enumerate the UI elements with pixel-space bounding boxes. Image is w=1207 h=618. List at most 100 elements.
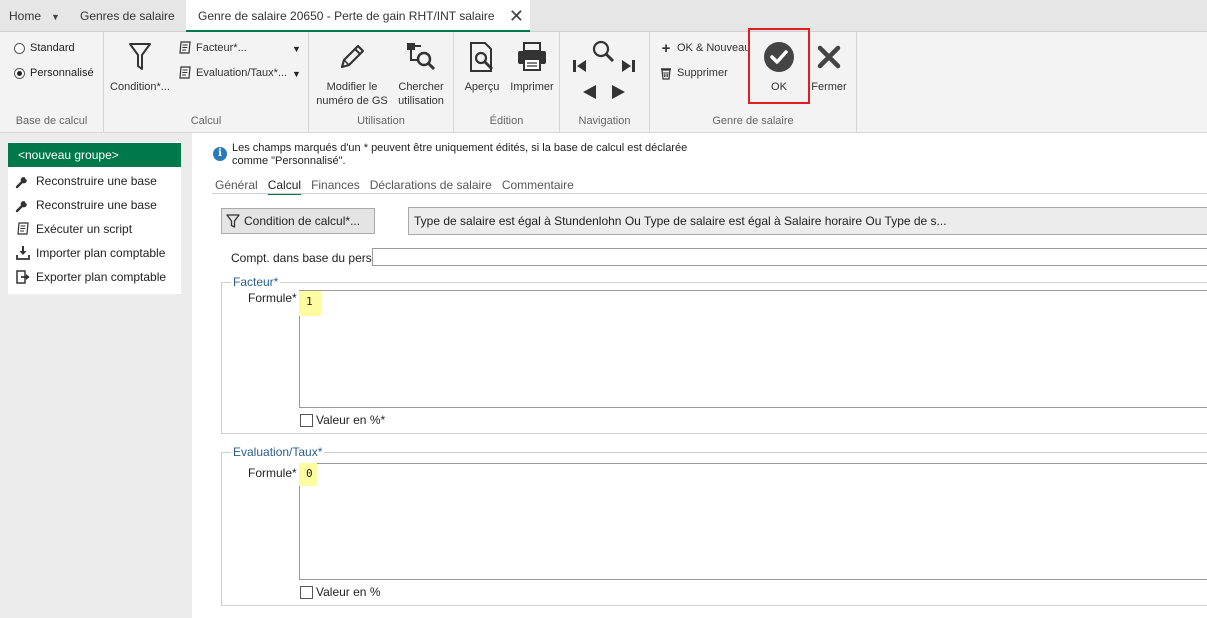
group-label-base-de-calcul: Base de calcul xyxy=(15,115,88,127)
condition-button[interactable]: Condition*... xyxy=(108,38,172,94)
radio-standard-circle[interactable] xyxy=(14,42,25,54)
close-icon[interactable]: ✕ xyxy=(509,0,524,32)
evaluation-formule-input[interactable] xyxy=(299,463,1207,580)
list-item-label: Exporter plan comptable xyxy=(36,270,167,284)
chercher-utilisation-button[interactable]: Chercher utilisation xyxy=(391,38,451,108)
list-item-reconstruire-2[interactable]: Reconstruire une base xyxy=(14,196,157,214)
evaluation-button-label: Evaluation/Taux*... xyxy=(196,67,288,79)
close-icon xyxy=(808,38,850,76)
evaluation-formule-label: Formule* : xyxy=(248,466,304,480)
group-utilisation: Modifier le numéro de GS Chercher utilis… xyxy=(309,32,454,133)
chercher-label-1: Chercher xyxy=(398,81,444,93)
pencil-icon xyxy=(315,38,389,76)
preview-icon xyxy=(460,38,504,76)
compt-input[interactable] xyxy=(372,248,1207,266)
plus-icon: + xyxy=(661,39,671,57)
group-edition: Aperçu Imprimer Édition xyxy=(454,32,560,133)
group-label-navigation: Navigation xyxy=(578,115,631,127)
tab-genre-de-salaire-active[interactable]: Genre de salaire 20650 - Perte de gain R… xyxy=(186,0,530,55)
export-icon xyxy=(14,268,32,286)
radio-standard[interactable]: Standard xyxy=(14,42,75,54)
list-item-exporter-plan[interactable]: Exporter plan comptable xyxy=(14,268,166,286)
info-line-1: Les champs marqués d'un * peuvent être u… xyxy=(232,142,688,154)
condition-de-calcul-label: Condition de calcul*... xyxy=(244,214,361,228)
facteur-formule-value: 1 xyxy=(299,291,321,316)
facteur-valeur-label: Valeur en %* xyxy=(316,413,386,427)
evaluation-legend: Evaluation/Taux* xyxy=(231,445,325,459)
supprimer-button[interactable]: Supprimer xyxy=(658,65,728,81)
ok-nouveau-label: OK & Nouveau xyxy=(677,42,751,54)
group-label-utilisation: Utilisation xyxy=(357,115,405,127)
first-record-icon[interactable] xyxy=(572,58,588,77)
list-item-label: Reconstruire une base xyxy=(36,174,157,188)
condition-de-calcul-button[interactable]: Condition de calcul*... xyxy=(221,208,375,234)
wrench-icon xyxy=(14,172,32,190)
script-icon xyxy=(177,65,193,81)
list-item-label: Reconstruire une base xyxy=(36,198,157,212)
wrench-icon xyxy=(14,196,32,214)
ok-highlight-box xyxy=(748,28,810,104)
apercu-button[interactable]: Aperçu xyxy=(460,38,504,94)
checkbox[interactable] xyxy=(300,585,313,599)
info-message: i Les champs marqués d'un * peuvent être… xyxy=(213,142,687,168)
chevron-down-icon[interactable]: ▼ xyxy=(292,69,301,79)
radio-personnalise[interactable]: Personnalisé xyxy=(14,67,94,79)
group-label-calcul: Calcul xyxy=(190,115,222,127)
evaluation-valeur-checkbox[interactable]: Valeur en % xyxy=(300,585,380,599)
tab-genres-de-salaire[interactable]: Genres de salaire xyxy=(80,0,175,32)
apercu-label: Aperçu xyxy=(464,81,500,93)
new-group-item[interactable]: <nouveau groupe> xyxy=(8,143,181,167)
modifier-label-2: numéro de GS xyxy=(316,95,388,107)
imprimer-button[interactable]: Imprimer xyxy=(508,38,556,94)
tab-bar: Home ▼ Genres de salaire Genre de salaire… xyxy=(0,0,1207,55)
group-base-de-calcul: Standard Personnalisé Base de calcul xyxy=(0,32,104,133)
facteur-formule-label: Formule* : xyxy=(248,291,304,305)
facteur-valeur-checkbox[interactable]: Valeur en %* xyxy=(300,413,385,427)
modifier-label-1: Modifier le xyxy=(326,81,378,93)
tab-home[interactable]: Home ▼ xyxy=(9,0,60,32)
info-line-2: comme "Personnalisé". xyxy=(232,155,346,167)
radio-personnalise-circle[interactable] xyxy=(14,67,25,79)
supprimer-label: Supprimer xyxy=(677,67,728,79)
search-icon[interactable] xyxy=(590,38,616,67)
filter-icon xyxy=(108,38,172,76)
next-record-icon[interactable] xyxy=(610,84,628,103)
fermer-button[interactable]: Fermer xyxy=(808,38,850,94)
evaluation-formule-value: 0 xyxy=(299,463,317,486)
group-calcul: Condition*... Facteur*... ▼ Evaluation/T… xyxy=(104,32,309,133)
list-item-reconstruire-1[interactable]: Reconstruire une base xyxy=(14,172,157,190)
facteur-legend: Facteur* xyxy=(231,275,281,289)
chercher-label-2: utilisation xyxy=(398,95,444,107)
list-item-label: Importer plan comptable xyxy=(36,246,166,260)
list-item-executer-script[interactable]: Exécuter un script xyxy=(14,220,132,238)
last-record-icon[interactable] xyxy=(620,58,636,77)
radio-standard-label: Standard xyxy=(30,42,75,54)
info-icon: i xyxy=(213,147,227,161)
list-item-label: Exécuter un script xyxy=(36,222,133,236)
previous-record-icon[interactable] xyxy=(580,84,598,103)
group-label-edition: Édition xyxy=(489,115,524,127)
checkbox[interactable] xyxy=(300,413,313,427)
fermer-label: Fermer xyxy=(811,81,847,93)
compt-label: Compt. dans base du pers.* : xyxy=(231,251,387,265)
ok-nouveau-button[interactable]: + OK & Nouveau xyxy=(658,39,751,57)
group-label-genre-de-salaire: Genre de salaire xyxy=(712,115,794,127)
tab-home-label: Home xyxy=(9,9,42,23)
chevron-down-icon[interactable]: ▼ xyxy=(292,44,301,54)
list-item-importer-plan[interactable]: Importer plan comptable xyxy=(14,244,165,262)
chevron-down-icon[interactable]: ▼ xyxy=(51,1,60,33)
facteur-formule-input[interactable] xyxy=(299,290,1207,408)
printer-icon xyxy=(508,38,556,76)
modifier-numero-button[interactable]: Modifier le numéro de GS xyxy=(315,38,389,108)
facteur-button[interactable]: Facteur*... xyxy=(177,40,247,56)
subtabs-divider xyxy=(212,193,1207,194)
condition-value-field: Type de salaire est égal à Stundenlohn O… xyxy=(408,207,1207,235)
group-navigation: Navigation xyxy=(560,32,650,133)
script-icon xyxy=(14,220,32,238)
radio-personnalise-label: Personnalisé xyxy=(30,67,94,79)
evaluation-button[interactable]: Evaluation/Taux*... xyxy=(177,65,287,81)
import-icon xyxy=(14,244,32,262)
search-tree-icon xyxy=(391,38,451,76)
facteur-button-label: Facteur*... xyxy=(196,42,247,54)
imprimer-label: Imprimer xyxy=(510,81,554,93)
